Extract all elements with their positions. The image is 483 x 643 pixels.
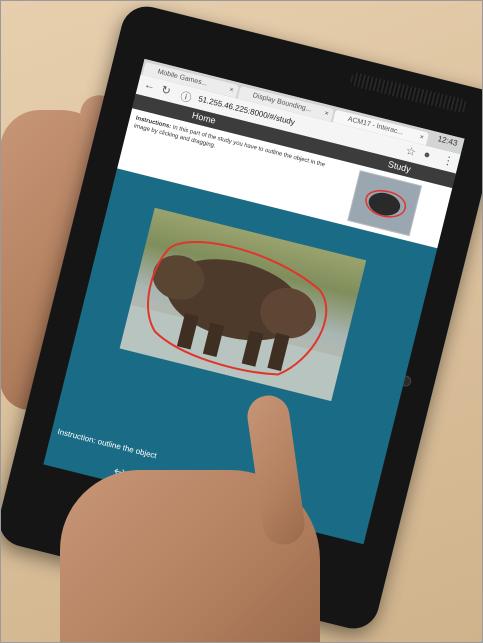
speaker-grille [349,71,469,115]
close-icon[interactable]: × [418,131,425,145]
refresh-icon[interactable]: ↻ [160,83,172,98]
info-icon: ⓘ [178,90,193,106]
microphone-icon[interactable]: ● [422,148,431,161]
photo-scene: Mobile Games... × Display Bounding... × … [0,0,483,643]
bear-image[interactable] [119,207,367,402]
example-thumbnail [347,170,422,237]
tablet-screen: Mobile Games... × Display Bounding... × … [43,58,465,545]
star-icon[interactable]: ☆ [405,144,418,159]
more-vert-icon[interactable]: ⋮ [441,153,455,168]
close-icon[interactable]: × [323,107,330,121]
close-icon[interactable]: × [228,83,235,97]
example-outline-icon [365,190,407,218]
arrow-left-icon[interactable]: ← [143,79,157,93]
status-time: 12:43 [436,134,459,148]
bear-drawing [119,241,343,402]
